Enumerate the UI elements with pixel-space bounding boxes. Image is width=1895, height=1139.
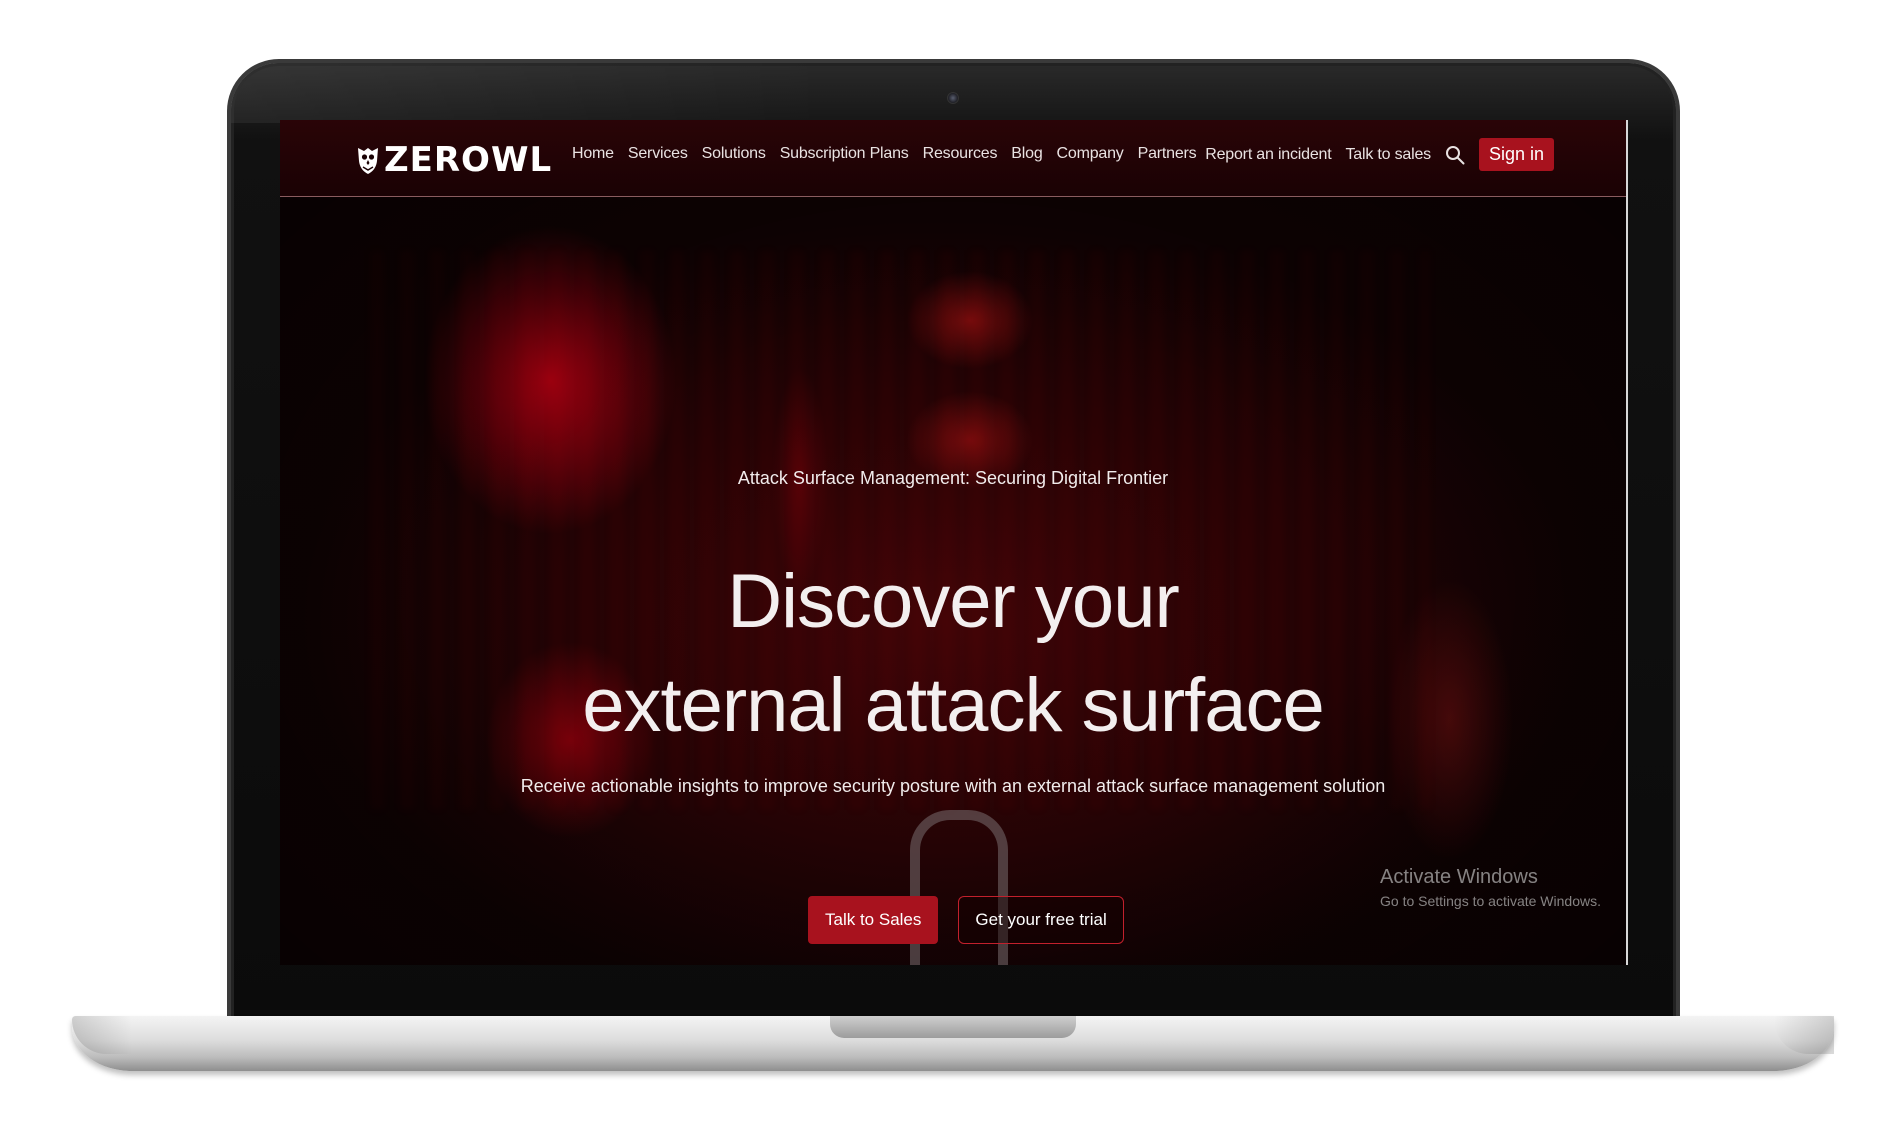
hero-cta-row: Talk to Sales Get your free trial — [808, 896, 1124, 944]
free-trial-button[interactable]: Get your free trial — [958, 896, 1124, 944]
watermark-subtitle: Go to Settings to activate Windows. — [1380, 893, 1601, 909]
laptop-mockup: ZEROWL Home Services Solutions Subscript… — [0, 0, 1895, 1139]
nav-actions: Report an incident Talk to sales Sign in — [1205, 138, 1554, 171]
talk-to-sales-button[interactable]: Talk to Sales — [808, 896, 939, 944]
hero-eyebrow: Attack Surface Management: Securing Digi… — [737, 468, 1169, 488]
search-icon[interactable] — [1445, 145, 1465, 165]
hero-headline-line1: Discover your — [727, 559, 1180, 644]
main-nav: Home Services Solutions Subscription Pla… — [572, 145, 1197, 163]
hero-headline: Discover your external attack surface — [280, 550, 1626, 758]
watermark-title: Activate Windows — [1380, 866, 1538, 888]
top-navbar: ZEROWL Home Services Solutions Subscript… — [280, 120, 1626, 197]
activate-windows-watermark: Activate Windows Go to Settings to activ… — [1380, 866, 1601, 909]
owl-shield-icon — [358, 148, 378, 174]
hero-headline-line2: external attack surface — [582, 663, 1325, 748]
camera-icon — [947, 92, 959, 104]
nav-company[interactable]: Company — [1057, 145, 1124, 163]
hero-subheadline: Receive actionable insights to improve s… — [520, 776, 1386, 796]
laptop-hinge — [830, 1016, 1076, 1038]
sign-in-button[interactable]: Sign in — [1478, 138, 1554, 171]
brand-logo[interactable]: ZEROWL — [356, 140, 552, 180]
nav-partners[interactable]: Partners — [1138, 145, 1197, 163]
nav-home[interactable]: Home — [572, 145, 614, 163]
talk-to-sales-link[interactable]: Talk to sales — [1346, 146, 1432, 164]
laptop-base — [72, 1016, 1834, 1071]
nav-blog[interactable]: Blog — [1011, 145, 1042, 163]
nav-resources[interactable]: Resources — [923, 145, 998, 163]
nav-subscription-plans[interactable]: Subscription Plans — [780, 145, 909, 163]
brand-name: ZEROWL — [384, 140, 553, 180]
screen: ZEROWL Home Services Solutions Subscript… — [280, 120, 1628, 965]
nav-services[interactable]: Services — [628, 145, 688, 163]
nav-solutions[interactable]: Solutions — [702, 145, 766, 163]
report-incident-link[interactable]: Report an incident — [1205, 146, 1331, 164]
